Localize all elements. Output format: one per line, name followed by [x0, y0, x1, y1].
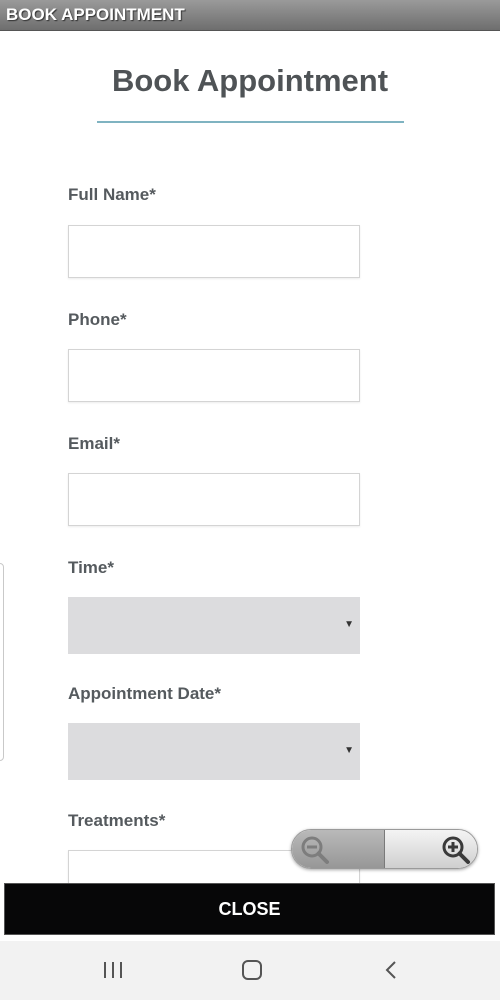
time-label: Time* [68, 558, 114, 577]
page-title: Book Appointment [111, 63, 389, 98]
home-icon[interactable] [241, 959, 263, 981]
side-panel-handle[interactable] [0, 563, 4, 761]
email-label: Email* [68, 434, 120, 453]
back-icon[interactable] [381, 959, 403, 981]
system-navigation-bar [0, 941, 500, 1000]
dropdown-arrow-icon: ▼ [344, 619, 354, 630]
phone-label: Phone* [68, 310, 127, 329]
full-name-label: Full Name* [68, 185, 156, 204]
zoom-out-icon [301, 836, 329, 864]
time-select[interactable]: ▼ [68, 597, 360, 654]
appointment-date-label: Appointment Date* [68, 684, 221, 703]
window-title: BOOK APPOINTMENT [6, 5, 185, 24]
zoom-control [291, 829, 478, 869]
treatments-label: Treatments* [68, 811, 166, 830]
full-name-input[interactable] [68, 225, 360, 278]
title-divider [97, 121, 404, 123]
recent-apps-icon[interactable] [102, 959, 124, 981]
dropdown-arrow-icon: ▼ [344, 745, 354, 756]
zoom-out-button[interactable] [292, 830, 384, 868]
window-title-bar: BOOK APPOINTMENT [0, 0, 500, 31]
appointment-date-select[interactable]: ▼ [68, 723, 360, 780]
phone-input[interactable] [68, 349, 360, 402]
zoom-in-button[interactable] [384, 830, 477, 868]
zoom-in-icon [442, 836, 470, 864]
form-content[interactable]: Book Appointment Full Name* Phone* Email… [0, 31, 500, 883]
close-button[interactable]: CLOSE [4, 883, 495, 935]
email-input[interactable] [68, 473, 360, 526]
